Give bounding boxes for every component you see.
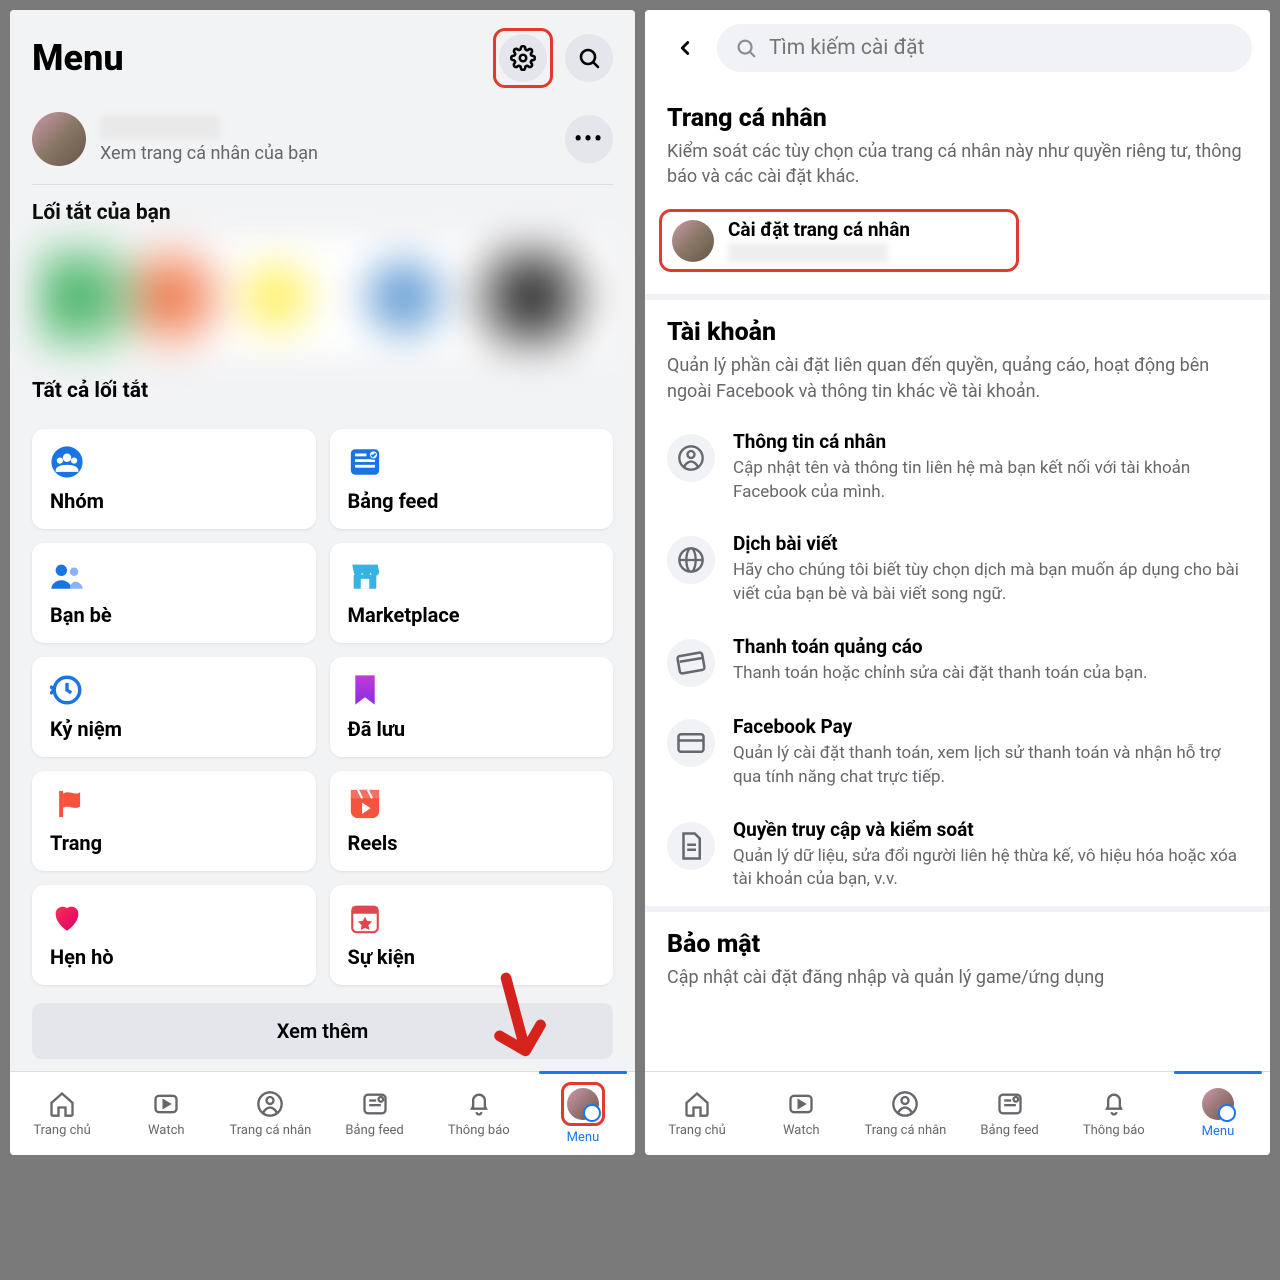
setting-personal-info[interactable]: Thông tin cá nhân Cập nhật tên và thông … [645,416,1270,519]
search-field[interactable] [717,24,1252,72]
tile-events[interactable]: Sự kiện [330,885,614,985]
profile-settings-name-blurred [728,243,888,263]
more-button[interactable]: ••• [565,115,613,163]
profile-settings-item[interactable]: Cài đặt trang cá nhân [659,209,1019,272]
shortcut-tiles: Nhóm Bảng feed Bạn bè Marketplace Kỷ niệ… [10,415,635,985]
feed-nav-icon [360,1089,390,1119]
settings-screen: Trang cá nhân Kiểm soát các tùy chọn của… [645,10,1270,1155]
nav-watch[interactable]: Watch [749,1072,853,1155]
all-shortcuts-heading: Tất cả lối tắt [10,363,635,415]
nav-profile[interactable]: Trang cá nhân [218,1072,322,1155]
setting-facebook-pay[interactable]: Facebook Pay Quản lý cài đặt thanh toán,… [645,701,1270,804]
avatar [32,112,86,166]
saved-icon [348,673,382,707]
groups-icon [50,445,84,479]
account-section-title: Tài khoản [667,318,1248,347]
card-icon [667,639,715,687]
nav-menu[interactable]: Menu [531,1072,635,1155]
tile-friends[interactable]: Bạn bè [32,543,316,643]
card-icon [667,719,715,767]
tile-feed[interactable]: Bảng feed [330,429,614,529]
nav-feed[interactable]: Bảng feed [958,1072,1062,1155]
bottom-nav: Trang chủ Watch Trang cá nhân Bảng feed … [10,1071,635,1155]
profile-settings-label: Cài đặt trang cá nhân [728,218,910,241]
pages-icon [50,787,84,821]
search-input[interactable] [769,36,1234,60]
watch-icon [151,1089,181,1119]
menu-tab-highlight [561,1082,605,1126]
document-icon [667,822,715,870]
nav-feed[interactable]: Bảng feed [323,1072,427,1155]
person-icon [667,434,715,482]
avatar [672,220,714,262]
events-icon [348,901,382,935]
setting-access-control[interactable]: Quyền truy cập và kiểm soát Quản lý dữ l… [645,804,1270,907]
ellipsis-icon: ••• [574,127,604,152]
profile-name-blurred [100,115,220,139]
tile-pages[interactable]: Trang [32,771,316,871]
tile-dating[interactable]: Hẹn hò [32,885,316,985]
profile-section-title: Trang cá nhân [667,104,1248,133]
shortcuts-blurred [32,237,613,357]
nav-notifications[interactable]: Thông báo [427,1072,531,1155]
bell-icon [1099,1089,1129,1119]
nav-home[interactable]: Trang chủ [10,1072,114,1155]
memories-icon [50,673,84,707]
bottom-nav: Trang chủ Watch Trang cá nhân Bảng feed … [645,1071,1270,1155]
tile-saved[interactable]: Đã lưu [330,657,614,757]
feed-icon [348,445,382,479]
nav-profile[interactable]: Trang cá nhân [853,1072,957,1155]
setting-translate[interactable]: Dịch bài viết Hãy cho chúng tôi biết tùy… [645,518,1270,621]
settings-button[interactable] [499,34,547,82]
menu-avatar-icon [567,1088,599,1120]
search-icon [577,46,601,70]
gear-icon [510,45,536,71]
nav-home[interactable]: Trang chủ [645,1072,749,1155]
tile-memories[interactable]: Kỷ niệm [32,657,316,757]
menu-avatar-icon [1202,1088,1234,1120]
friends-icon [50,559,84,593]
reels-icon [348,787,382,821]
nav-menu[interactable]: Menu [1166,1072,1270,1155]
dating-icon [50,901,84,935]
back-button[interactable] [663,37,707,59]
account-section-desc: Quản lý phần cài đặt liên quan đến quyền… [667,353,1248,403]
shortcuts-heading: Lối tắt của bạn [10,185,635,237]
nav-notifications[interactable]: Thông báo [1062,1072,1166,1155]
search-button[interactable] [565,34,613,82]
profile-icon [255,1089,285,1119]
security-section-title: Bảo mật [667,930,1248,959]
globe-icon [667,536,715,584]
watch-icon [786,1089,816,1119]
search-icon [735,37,757,59]
marketplace-icon [348,559,382,593]
tile-reels[interactable]: Reels [330,771,614,871]
chevron-left-icon [674,37,696,59]
bell-icon [464,1089,494,1119]
tile-groups[interactable]: Nhóm [32,429,316,529]
settings-highlight [493,28,553,88]
profile-section-desc: Kiểm soát các tùy chọn của trang cá nhân… [667,139,1248,189]
menu-screen: Menu [10,10,635,1155]
see-more-button[interactable]: Xem thêm [32,1003,613,1059]
home-icon [47,1089,77,1119]
profile-icon [890,1089,920,1119]
profile-subtitle: Xem trang cá nhân của bạn [100,143,318,164]
home-icon [682,1089,712,1119]
feed-nav-icon [995,1089,1025,1119]
tile-marketplace[interactable]: Marketplace [330,543,614,643]
security-section-desc: Cập nhật cài đặt đăng nhập và quản lý ga… [667,965,1248,990]
nav-watch[interactable]: Watch [114,1072,218,1155]
profile-row[interactable]: Xem trang cá nhân của bạn ••• [10,98,635,184]
page-title: Menu [32,37,124,79]
setting-ad-payments[interactable]: Thanh toán quảng cáo Thanh toán hoặc chỉ… [645,621,1270,701]
